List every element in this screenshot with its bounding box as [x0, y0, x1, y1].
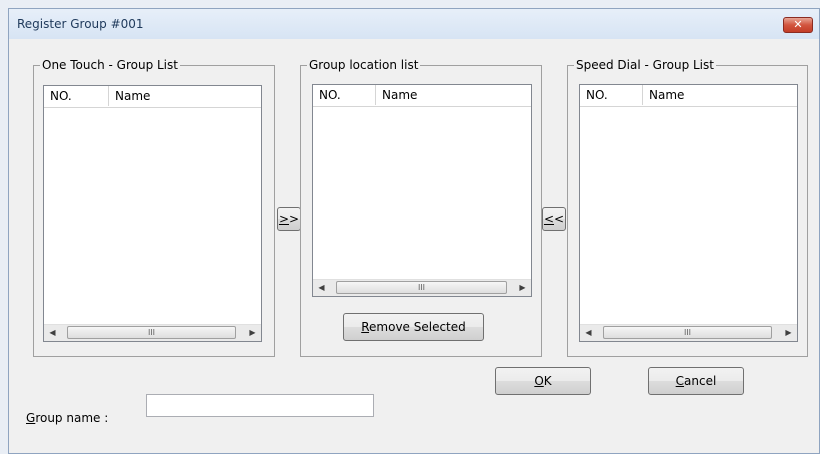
- group-name-hotkey: G: [26, 411, 36, 425]
- scroll-thumb[interactable]: III: [67, 326, 236, 339]
- column-header-no[interactable]: NO.: [44, 86, 109, 106]
- scroll-right-arrow-icon[interactable]: ▶: [244, 325, 261, 341]
- close-button[interactable]: ✕: [783, 17, 813, 33]
- speed-dial-group-list[interactable]: NO. Name ◀ III ▶: [579, 84, 798, 342]
- scroll-thumb[interactable]: III: [336, 281, 507, 294]
- window-title: Register Group #001: [17, 17, 144, 31]
- cancel-button[interactable]: Cancel: [648, 367, 744, 395]
- one-touch-group-box: One Touch - Group List NO. Name ◀ III ▶: [33, 58, 275, 357]
- one-touch-group-list[interactable]: NO. Name ◀ III ▶: [43, 85, 262, 342]
- speed-dial-group-label: Speed Dial - Group List: [574, 58, 716, 72]
- one-touch-list-header: NO. Name: [44, 86, 261, 108]
- scroll-grip-icon: III: [147, 328, 156, 337]
- group-location-list[interactable]: NO. Name ◀ III ▶: [312, 84, 532, 297]
- column-header-name[interactable]: Name: [109, 86, 261, 106]
- column-header-name[interactable]: Name: [376, 85, 531, 105]
- cancel-label-rest: ancel: [684, 374, 717, 388]
- remove-hotkey: R: [361, 320, 370, 334]
- location-group-box: Group location list NO. Name ◀ III ▶ Rem…: [300, 58, 542, 357]
- add-label-rest: >: [289, 212, 300, 226]
- column-header-name[interactable]: Name: [643, 85, 797, 105]
- group-name-input[interactable]: [146, 394, 374, 417]
- location-group-label: Group location list: [307, 58, 421, 72]
- scroll-left-arrow-icon[interactable]: ◀: [44, 325, 61, 341]
- ok-hotkey: O: [534, 374, 544, 388]
- cancel-hotkey: C: [675, 374, 685, 388]
- remove-selected-button[interactable]: Remove Selected: [343, 313, 484, 341]
- location-list-header: NO. Name: [313, 85, 531, 107]
- one-touch-group-label: One Touch - Group List: [40, 58, 180, 72]
- scroll-right-arrow-icon[interactable]: ▶: [514, 280, 531, 296]
- speed-dial-group-box: Speed Dial - Group List NO. Name ◀ III ▶: [567, 58, 808, 357]
- speed-dial-list-header: NO. Name: [580, 85, 797, 107]
- one-touch-horizontal-scrollbar[interactable]: ◀ III ▶: [44, 324, 261, 341]
- ok-label-rest: K: [543, 374, 552, 388]
- close-icon: ✕: [793, 18, 803, 31]
- add-from-speed-dial-button[interactable]: <<: [542, 207, 566, 231]
- group-name-label-rest: roup name :: [35, 411, 109, 425]
- scroll-left-arrow-icon[interactable]: ◀: [580, 325, 597, 341]
- scroll-grip-icon: III: [417, 283, 426, 292]
- ok-button[interactable]: OK: [495, 367, 591, 395]
- scroll-grip-icon: III: [683, 328, 692, 337]
- add-to-location-button[interactable]: >>: [277, 207, 301, 231]
- scroll-right-arrow-icon[interactable]: ▶: [780, 325, 797, 341]
- scroll-left-arrow-icon[interactable]: ◀: [313, 280, 330, 296]
- register-group-dialog: Register Group #001 ✕ One Touch - Group …: [8, 8, 820, 454]
- back-hotkey: <: [543, 212, 554, 226]
- scroll-thumb[interactable]: III: [603, 326, 772, 339]
- remove-label-rest: emove Selected: [369, 320, 466, 334]
- speed-dial-horizontal-scrollbar[interactable]: ◀ III ▶: [580, 324, 797, 341]
- column-header-no[interactable]: NO.: [313, 85, 376, 105]
- add-hotkey: >: [278, 212, 289, 226]
- location-horizontal-scrollbar[interactable]: ◀ III ▶: [313, 279, 531, 296]
- column-header-no[interactable]: NO.: [580, 85, 643, 105]
- title-bar[interactable]: Register Group #001 ✕: [9, 9, 819, 39]
- back-label-rest: <: [554, 212, 565, 226]
- group-name-label: Group name :: [26, 411, 108, 425]
